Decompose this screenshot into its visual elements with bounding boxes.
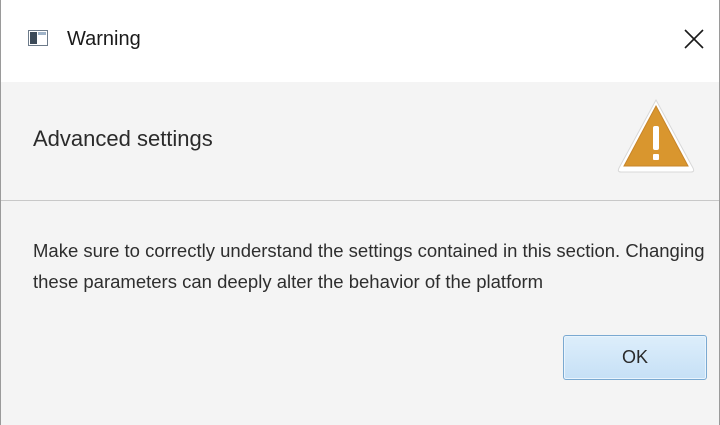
- title-bar[interactable]: Warning: [1, 0, 719, 82]
- window-title: Warning: [67, 28, 141, 50]
- close-button[interactable]: [669, 14, 719, 64]
- warning-icon: [615, 94, 697, 176]
- warning-message: Make sure to correctly understand the se…: [33, 240, 705, 292]
- warning-dialog: Warning Advanced settings Make sure to c…: [0, 0, 720, 425]
- ok-button[interactable]: OK: [563, 335, 707, 380]
- header-title: Advanced settings: [33, 126, 213, 151]
- window-app-icon: [28, 30, 48, 46]
- close-icon: [684, 29, 704, 49]
- dialog-header: Advanced settings: [1, 82, 719, 200]
- dialog-content: Make sure to correctly understand the se…: [1, 201, 719, 425]
